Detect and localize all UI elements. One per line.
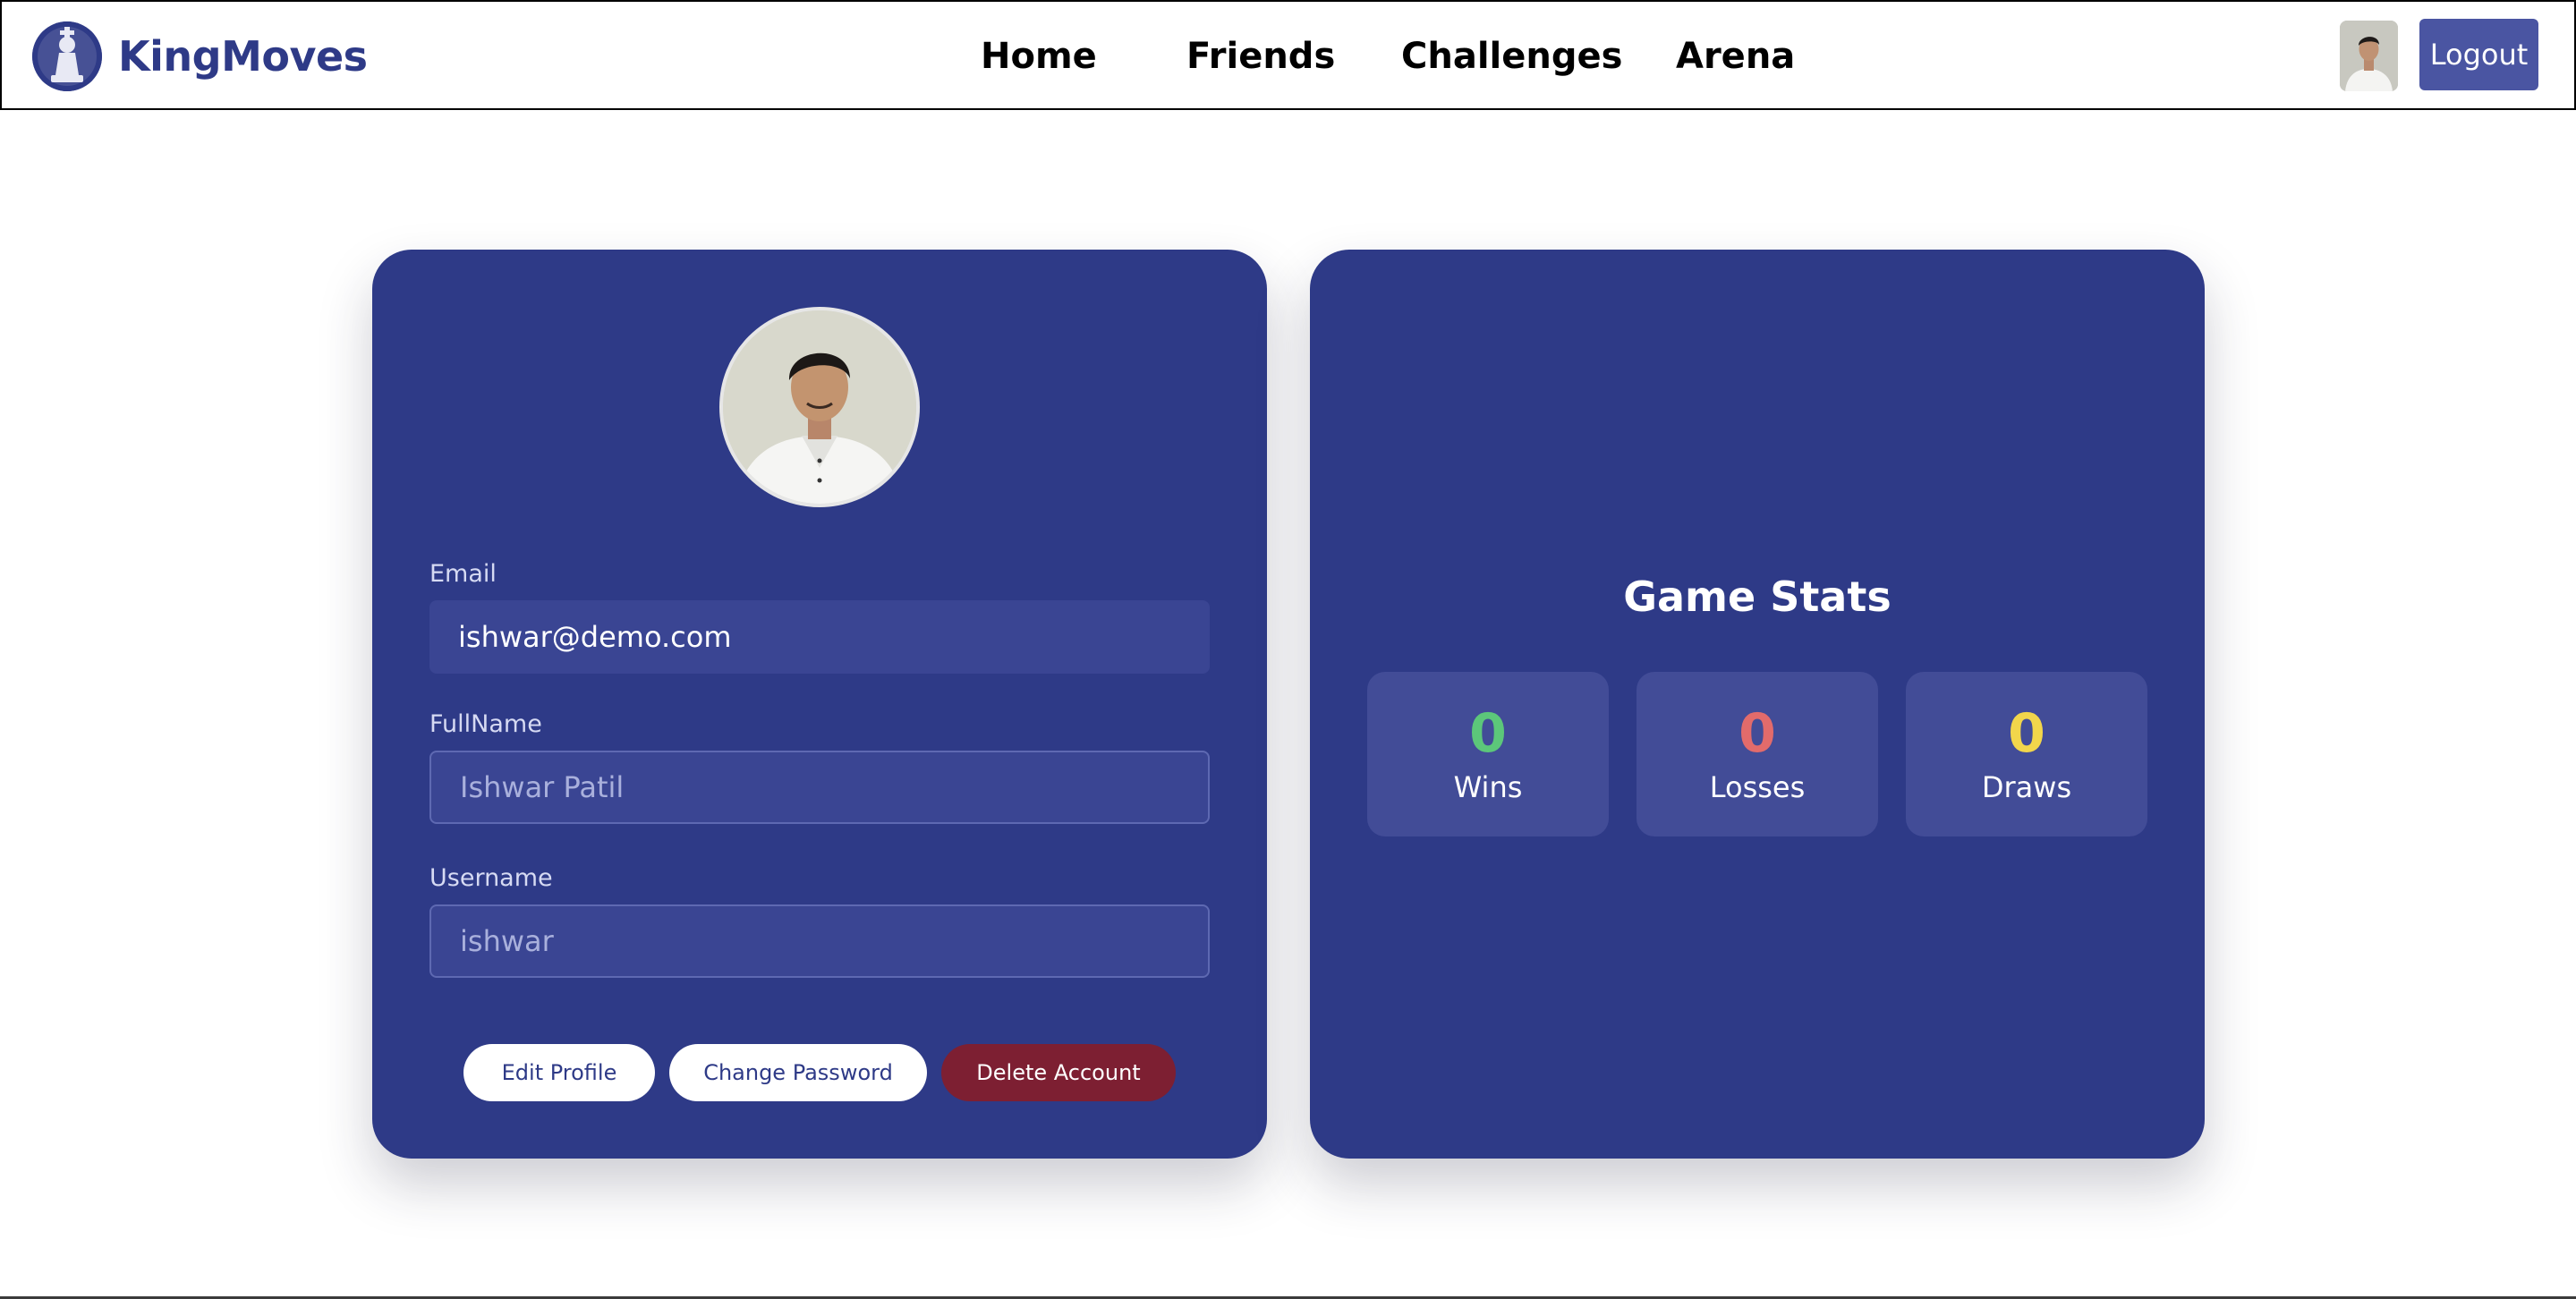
stat-draws: 0 Draws — [1906, 672, 2147, 836]
email-label: Email — [429, 560, 497, 588]
main-nav: Home Friends Challenges Arena — [981, 30, 1801, 82]
brand[interactable]: KingMoves — [32, 20, 368, 93]
game-stats-card: Game Stats 0 Wins 0 Losses 0 Draws — [1310, 250, 2205, 1159]
nav-home[interactable]: Home — [981, 30, 1186, 82]
nav-friends[interactable]: Friends — [1186, 30, 1401, 82]
logout-button[interactable]: Logout — [2419, 19, 2538, 90]
edit-profile-button[interactable]: Edit Profile — [463, 1044, 655, 1101]
delete-account-button[interactable]: Delete Account — [941, 1044, 1176, 1101]
profile-actions: Edit Profile Change Password Delete Acco… — [372, 1044, 1267, 1101]
email-field: ishwar@demo.com — [429, 600, 1210, 674]
stat-losses-label: Losses — [1709, 770, 1806, 804]
username-input[interactable]: ishwar — [429, 904, 1210, 978]
fullname-label: FullName — [429, 710, 542, 738]
email-value: ishwar@demo.com — [458, 620, 732, 654]
fullname-input[interactable]: Ishwar Patil — [429, 751, 1210, 824]
stat-wins-value: 0 — [1469, 702, 1507, 765]
stats-title: Game Stats — [1623, 573, 1892, 621]
profile-card: Email ishwar@demo.com FullName Ishwar Pa… — [372, 250, 1267, 1159]
stat-draws-label: Draws — [1981, 770, 2072, 804]
stat-losses-value: 0 — [1739, 702, 1776, 765]
profile-photo — [719, 307, 920, 507]
nav-arena[interactable]: Arena — [1676, 30, 1801, 82]
stat-wins: 0 Wins — [1367, 672, 1609, 836]
brand-name: KingMoves — [118, 32, 368, 81]
stat-wins-label: Wins — [1453, 770, 1523, 804]
stat-losses: 0 Losses — [1637, 672, 1878, 836]
nav-user-avatar[interactable] — [2340, 21, 2398, 91]
username-label: Username — [429, 864, 553, 892]
stat-draws-value: 0 — [2008, 702, 2045, 765]
fullname-placeholder: Ishwar Patil — [460, 770, 625, 804]
profile-page: KingMoves Home Friends Challenges Arena … — [0, 0, 2576, 1299]
top-navbar: KingMoves Home Friends Challenges Arena … — [0, 0, 2576, 110]
chess-king-logo-icon — [32, 21, 102, 91]
change-password-button[interactable]: Change Password — [669, 1044, 927, 1101]
username-placeholder: ishwar — [460, 924, 554, 958]
nav-challenges[interactable]: Challenges — [1401, 30, 1676, 82]
